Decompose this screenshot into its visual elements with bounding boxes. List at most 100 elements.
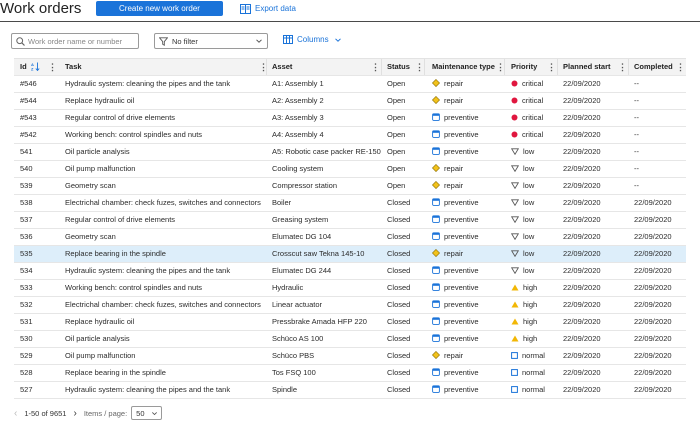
cell-maintenance-type: repair [432, 161, 512, 177]
cell-id: 532 [20, 300, 33, 309]
cell-planned-start: 22/09/2020 [563, 317, 601, 326]
table-row[interactable]: #542 Working bench: control spindles and … [14, 127, 686, 144]
cell-priority: high [511, 331, 561, 347]
table-row[interactable]: 531 Replace hydraulic oil Pressbrake Amada… [14, 314, 686, 331]
cell-maintenance-type: repair [432, 246, 512, 262]
cell-asset: A4: Assembly 4 [272, 130, 324, 139]
cell-id: 541 [20, 147, 33, 156]
page-size-value: 50 [136, 408, 145, 418]
column-header-label: Id [20, 62, 27, 71]
table-row[interactable]: 536 Geometry scan Elumatec DG 104 Closed pre… [14, 229, 686, 246]
next-page-icon[interactable]: › [73, 408, 76, 419]
table-row[interactable]: 529 Oil pump malfunction Schüco PBS Closed r… [14, 348, 686, 365]
column-header-id[interactable]: Id A Z ⋮ [20, 59, 60, 75]
column-menu-icon[interactable]: ⋮ [676, 59, 685, 75]
low-priority-icon [511, 164, 519, 172]
low-priority-icon [511, 181, 519, 189]
cell-completed: 22/09/2020 [634, 317, 672, 326]
column-divider[interactable] [504, 59, 505, 75]
cell-maintenance-type: preventive [432, 195, 512, 211]
critical-priority-icon [511, 97, 518, 104]
table-row[interactable]: 538 Electrichal chamber: check fuzes, swi… [14, 195, 686, 212]
cell-task: Oil particle analysis [65, 334, 130, 343]
export-data-button[interactable]: Export data [240, 2, 296, 15]
cell-id: 538 [20, 198, 33, 207]
column-header-asset[interactable]: Asset [272, 59, 384, 75]
high-priority-icon [511, 301, 519, 308]
cell-maintenance-type: preventive [432, 110, 512, 126]
priority-label: high [523, 300, 538, 309]
cell-asset: A3: Assembly 3 [272, 113, 324, 122]
cell-status: Open [387, 130, 406, 139]
cell-completed: -- [634, 113, 639, 122]
column-menu-icon[interactable]: ⋮ [371, 59, 380, 75]
table-row[interactable]: 534 Hydraulic system: cleaning the pipes … [14, 263, 686, 280]
table-row[interactable]: 530 Oil particle analysis Schüco AS 100 Clo… [14, 331, 686, 348]
columns-label: Columns [297, 35, 329, 44]
maintenance-type-label: preventive [444, 334, 479, 343]
sort-icon[interactable]: A Z [31, 62, 40, 71]
column-menu-icon[interactable]: ⋮ [618, 59, 627, 75]
table-row[interactable]: 533 Working bench: control spindles and n… [14, 280, 686, 297]
cell-id: 540 [20, 164, 33, 173]
table-row[interactable]: #546 Hydraulic system: cleaning the pipes… [14, 76, 686, 93]
column-divider[interactable] [424, 59, 425, 75]
preventive-icon [432, 385, 440, 393]
column-menu-icon[interactable]: ⋮ [415, 59, 424, 75]
priority-label: low [523, 266, 535, 275]
cell-planned-start: 22/09/2020 [563, 198, 601, 207]
table-row[interactable]: #543 Regular control of drive elements A3:… [14, 110, 686, 127]
priority-label: critical [522, 96, 544, 105]
cell-asset: Schüco AS 100 [272, 334, 324, 343]
prev-page-icon[interactable]: ‹ [14, 408, 17, 419]
cell-id: 531 [20, 317, 33, 326]
table-row[interactable]: 537 Regular control of drive elements Grea… [14, 212, 686, 229]
cell-task: Hydraulic system: cleaning the pipes and… [65, 385, 231, 394]
cell-id: 534 [20, 266, 33, 275]
priority-label: low [523, 198, 535, 207]
cell-asset: Elumatec DG 104 [272, 232, 332, 241]
table-row[interactable]: 528 Replace bearing in the spindle Tos FSQ… [14, 365, 686, 382]
table-row[interactable]: 535 Replace bearing in the spindle Crosscu… [14, 246, 686, 263]
cell-status: Closed [387, 368, 411, 377]
column-divider[interactable] [557, 59, 558, 75]
cell-planned-start: 22/09/2020 [563, 130, 601, 139]
table-row[interactable]: 527 Hydraulic system: cleaning the pipes … [14, 382, 686, 399]
cell-asset: A2: Assembly 2 [272, 96, 324, 105]
table-row[interactable]: #544 Replace hydraulic oil A2: Assembly 2 O… [14, 93, 686, 110]
table-row[interactable]: 539 Geometry scan Compressor station Open re… [14, 178, 686, 195]
table-row[interactable]: 540 Oil pump malfunction Cooling system Ope… [14, 161, 686, 178]
cell-status: Closed [387, 300, 411, 309]
table-row[interactable]: 541 Oil particle analysis A5: Robotic case… [14, 144, 686, 161]
critical-priority-icon [511, 80, 518, 87]
preventive-icon [432, 300, 440, 308]
column-divider[interactable] [628, 59, 629, 75]
critical-priority-icon [511, 131, 518, 138]
cell-completed: 22/09/2020 [634, 198, 672, 207]
column-menu-icon[interactable]: ⋮ [547, 59, 556, 75]
column-header-task[interactable]: Task [65, 59, 275, 75]
cell-priority: high [511, 297, 561, 313]
column-divider[interactable] [266, 59, 267, 75]
preventive-icon [432, 266, 440, 274]
cell-planned-start: 22/09/2020 [563, 96, 601, 105]
search-box[interactable] [11, 33, 139, 49]
search-input[interactable] [28, 36, 136, 46]
cell-completed: -- [634, 164, 639, 173]
cell-status: Closed [387, 198, 411, 207]
cell-priority: low [511, 212, 561, 228]
cell-id: 528 [20, 368, 33, 377]
preventive-icon [432, 232, 440, 240]
page-size-select[interactable]: 50 [131, 406, 163, 420]
cell-asset: A1: Assembly 1 [272, 79, 324, 88]
column-divider[interactable] [381, 59, 382, 75]
filter-select[interactable]: No filter [154, 33, 268, 49]
create-work-order-button[interactable]: Create new work order [96, 1, 223, 16]
cell-maintenance-type: preventive [432, 297, 512, 313]
cell-completed: 22/09/2020 [634, 249, 672, 258]
column-menu-icon[interactable]: ⋮ [48, 59, 57, 75]
columns-button[interactable]: Columns [283, 35, 346, 44]
table-row[interactable]: 532 Electrichal chamber: check fuzes, swi… [14, 297, 686, 314]
cell-id: 535 [20, 249, 33, 258]
cell-task: Replace hydraulic oil [65, 96, 135, 105]
